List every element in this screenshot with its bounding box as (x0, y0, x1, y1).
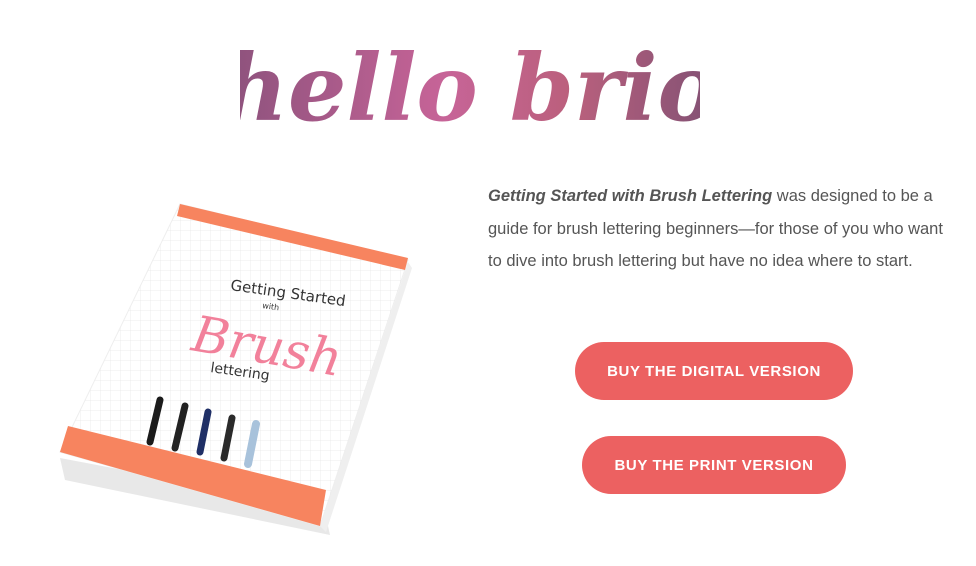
logo-text: hello brio (240, 34, 700, 142)
buy-print-button[interactable]: BUY THE PRINT VERSION (582, 436, 846, 494)
book-description: Getting Started with Brush Lettering was… (488, 180, 948, 278)
hello-brio-logo[interactable]: hello brio (240, 20, 700, 150)
buy-digital-button[interactable]: BUY THE DIGITAL VERSION (575, 342, 853, 400)
book-cover-image: Getting Started with Brush lettering (40, 190, 430, 550)
book-title-emphasis: Getting Started with Brush Lettering (488, 187, 773, 205)
